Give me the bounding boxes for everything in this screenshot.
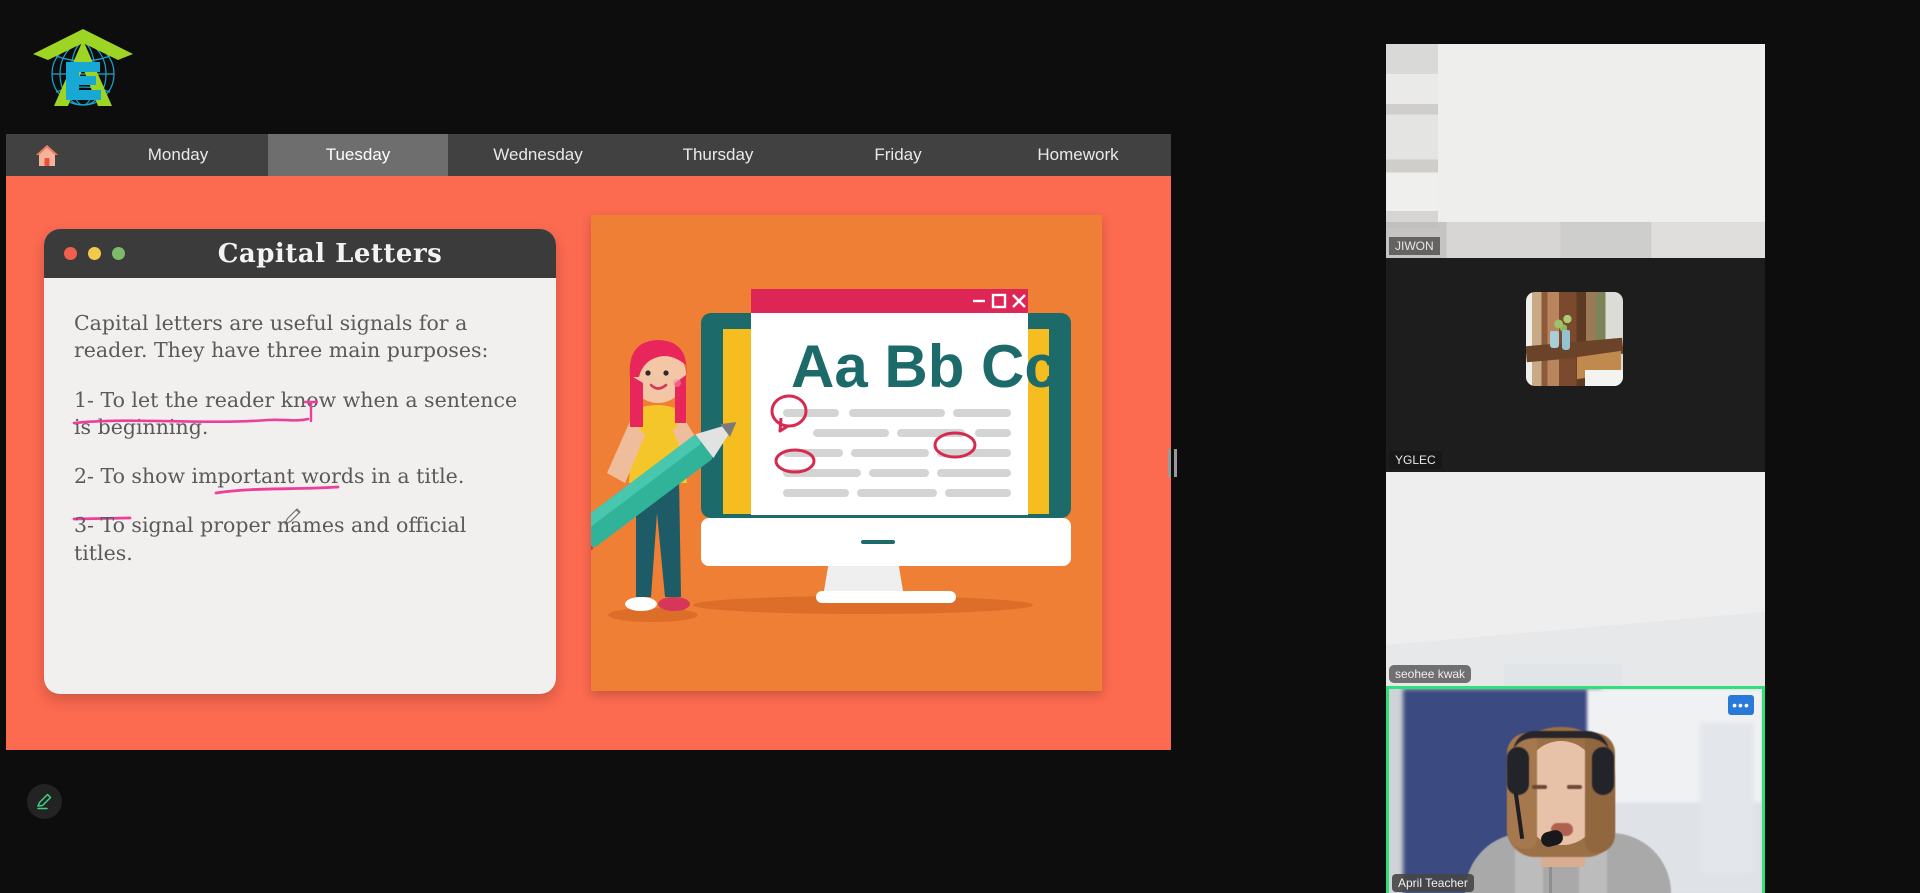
panel-resize-handle[interactable] (1166, 448, 1178, 478)
headset-earcup-left (1507, 747, 1529, 795)
tab-label: Thursday (682, 145, 754, 164)
annotate-edit-button[interactable] (27, 784, 62, 819)
school-logo (30, 16, 136, 116)
tab-label: Homework (1037, 145, 1119, 164)
tab-label: Tuesday (325, 145, 391, 164)
plant-leaves (1552, 312, 1574, 332)
tab-friday[interactable]: Friday (808, 134, 988, 176)
tab-tuesday[interactable]: Tuesday (268, 134, 448, 176)
lesson-note-card: Capital Letters Capital letters are usef… (44, 229, 556, 694)
participant-tile-seohee-kwak[interactable]: seohee kwak (1386, 472, 1765, 686)
participant-name-badge: JIWON (1389, 237, 1440, 255)
note-card-body: Capital letters are useful signals for a… (44, 278, 556, 567)
video-overexposed-area (1438, 44, 1765, 226)
video-lower-band (1386, 222, 1765, 258)
classroom-app: Monday Tuesday Wednesday Thursday Friday… (0, 0, 1920, 893)
video-feed (1389, 689, 1762, 893)
participant-tile-yglec[interactable]: YGLEC (1386, 258, 1765, 472)
lesson-point-1: 1- To let the reader know when a sentenc… (72, 387, 528, 442)
tab-label: Wednesday (493, 145, 583, 164)
academy-globe-logo-icon (33, 29, 133, 106)
svg-text:Aa Bb Cc: Aa Bb Cc (791, 333, 1058, 400)
eye-left (1532, 785, 1547, 789)
capital-letters-illustration: Aa Bb Cc (591, 215, 1102, 691)
lesson-intro: Capital letters are useful signals for a… (74, 311, 489, 363)
lesson-point-3: 3- To signal proper names and official t… (74, 513, 467, 565)
tab-label: Friday (874, 145, 922, 164)
eye-right (1567, 785, 1582, 789)
tile-more-options-button[interactable]: ••• (1728, 695, 1754, 715)
video-thumbnail (1526, 292, 1623, 386)
participant-name-badge: YGLEC (1389, 451, 1442, 469)
participant-tile-jiwon[interactable]: JIWON (1386, 44, 1765, 258)
slide-stage: Monday Tuesday Wednesday Thursday Friday… (6, 134, 1177, 750)
headset-earcup-right (1592, 747, 1614, 795)
lesson-point-2-text: 2- To show important words in a title. (74, 464, 465, 488)
lesson-slide: Capital Letters Capital letters are usef… (6, 176, 1177, 750)
video-foreground-shape (1504, 664, 1622, 686)
home-icon (35, 144, 59, 167)
video-feed (1386, 472, 1765, 686)
note-card-title: Capital Letters (217, 238, 443, 269)
lesson-point-1-text: 1- To let the reader know when a sentenc… (74, 387, 518, 439)
resize-bar (1173, 449, 1177, 477)
tab-label: Monday (147, 145, 209, 164)
background-door (1700, 723, 1754, 873)
participant-name-badge: seohee kwak (1389, 665, 1472, 683)
vase-right (1562, 330, 1570, 350)
note-card-titlebar: Capital Letters (44, 229, 556, 278)
illustration-graphic: Aa Bb Cc (591, 215, 1102, 691)
participant-name-badge: April Teacher (1392, 874, 1474, 892)
day-tabbar: Monday Tuesday Wednesday Thursday Friday… (6, 134, 1171, 176)
resize-bar (1167, 449, 1171, 477)
pencil-icon (37, 793, 52, 810)
tab-homework[interactable]: Homework (988, 134, 1168, 176)
tab-home[interactable] (6, 134, 88, 176)
participant-rail: JIWON YGLEC seohee kwak ••• April Teache… (1386, 44, 1765, 893)
vase-left (1550, 331, 1559, 348)
tab-wednesday[interactable]: Wednesday (448, 134, 628, 176)
lesson-point-2: 2- To show important words in a title. (72, 463, 528, 525)
tab-monday[interactable]: Monday (88, 134, 268, 176)
participant-tile-april-teacher[interactable]: ••• April Teacher (1386, 686, 1765, 893)
paper-sheet (1585, 370, 1623, 386)
tab-thursday[interactable]: Thursday (628, 134, 808, 176)
